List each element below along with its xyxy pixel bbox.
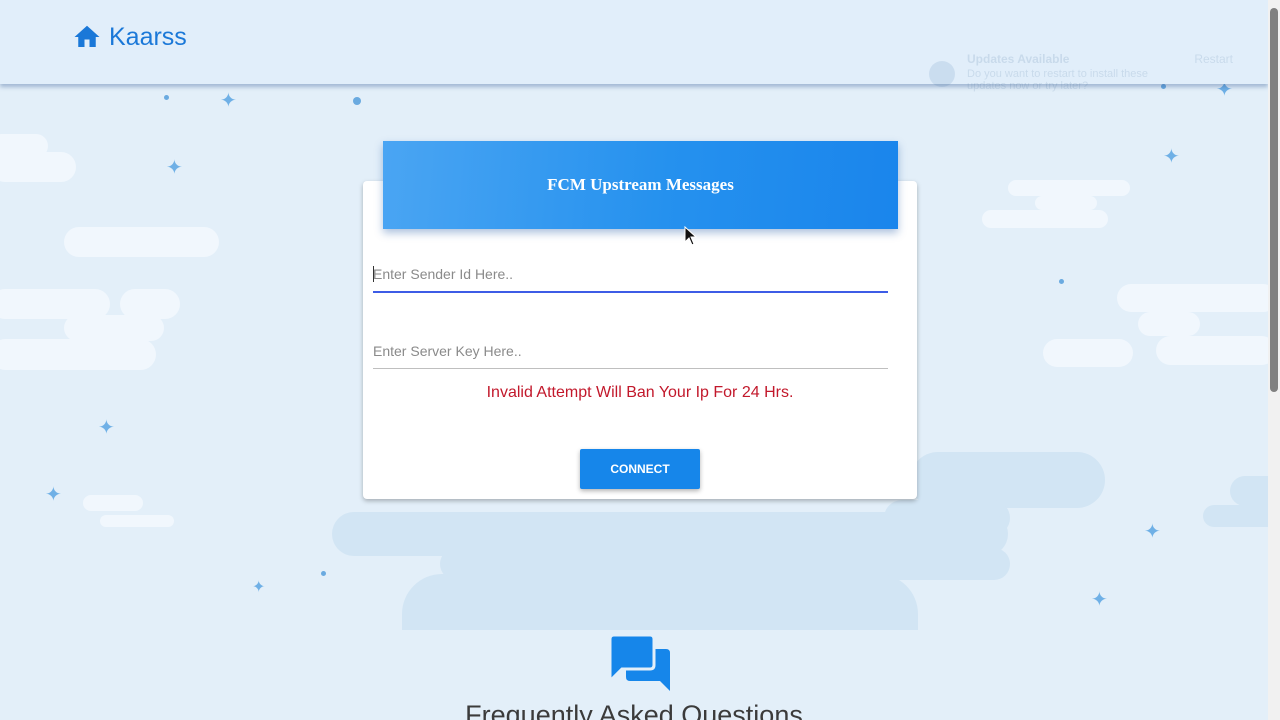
connect-button[interactable]: CONNECT <box>580 449 700 489</box>
cloud <box>402 574 918 630</box>
chat-bubbles-icon <box>610 635 670 691</box>
cloud <box>64 315 164 341</box>
cloud <box>1043 339 1133 367</box>
home-icon <box>74 25 100 47</box>
dot <box>321 571 326 576</box>
cloud <box>1156 336 1268 365</box>
dot <box>353 97 361 105</box>
text-caret <box>373 266 374 282</box>
update-notification: Updates Available Do you want to restart… <box>915 44 1255 104</box>
cloud <box>1008 180 1130 196</box>
cloud <box>982 210 1108 228</box>
cloud <box>64 227 219 257</box>
star-icon: ✦ <box>1091 589 1108 611</box>
sender-id-input[interactable] <box>373 257 888 293</box>
scrollbar-thumb[interactable] <box>1270 8 1278 392</box>
cloud <box>0 152 76 182</box>
star-icon: ✦ <box>220 90 237 112</box>
star-icon: ✦ <box>1163 146 1180 168</box>
brand-name: Kaarss <box>109 22 187 51</box>
cloud <box>0 339 156 370</box>
star-icon: ✦ <box>45 484 62 506</box>
star-icon: ✦ <box>1144 521 1161 543</box>
star-icon: ✦ <box>98 417 115 439</box>
restart-button[interactable]: Restart <box>1194 52 1233 66</box>
server-key-input[interactable] <box>373 334 888 369</box>
card-header: FCM Upstream Messages <box>383 141 898 229</box>
cloud <box>1138 312 1200 336</box>
cloud <box>1230 476 1268 506</box>
card-title: FCM Upstream Messages <box>547 175 734 194</box>
notification-title: Updates Available <box>967 52 1070 66</box>
cloud <box>1203 505 1268 527</box>
dot <box>1059 279 1064 284</box>
cloud <box>1035 196 1097 210</box>
notification-message: Do you want to restart to install these … <box>967 68 1148 92</box>
cloud <box>100 515 174 527</box>
brand-link[interactable]: Kaarss <box>72 22 187 52</box>
cloud <box>83 495 143 511</box>
update-icon <box>929 61 955 87</box>
star-icon: ✦ <box>166 157 183 179</box>
cloud <box>1117 284 1268 312</box>
dot <box>164 95 169 100</box>
faq-title: Frequently Asked Questions <box>465 700 803 720</box>
warning-message: Invalid Attempt Will Ban Your Ip For 24 … <box>486 384 794 401</box>
scrollbar[interactable] <box>1268 0 1280 720</box>
mouse-cursor-icon <box>684 226 698 246</box>
star-icon: ✦ <box>252 579 266 596</box>
